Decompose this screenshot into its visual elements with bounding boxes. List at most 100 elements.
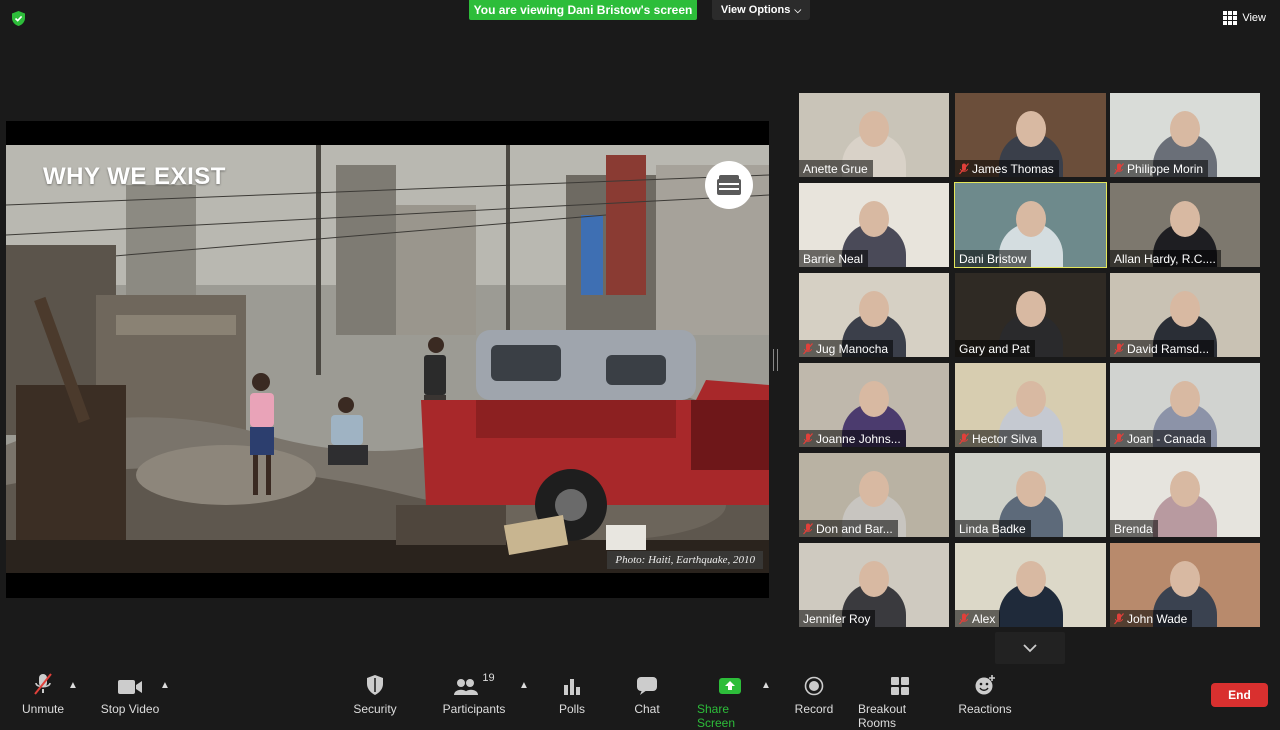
security-button[interactable]: Security (352, 672, 398, 716)
participant-tile[interactable]: Brenda (1110, 453, 1260, 537)
shared-screen[interactable]: WHY WE EXIST Photo: Haiti, Earthquake, 2… (6, 121, 769, 598)
gallery-next-page-button[interactable] (995, 632, 1065, 664)
participants-button[interactable]: 19 Participants (443, 672, 506, 716)
screen-share-banner: You are viewing Dani Bristow's screen (469, 0, 697, 20)
record-button[interactable]: Record (794, 672, 834, 716)
security-shield-icon (365, 672, 385, 696)
reactions-label: Reactions (958, 702, 1012, 716)
participant-tile[interactable]: Barrie Neal (799, 183, 949, 267)
participant-tile[interactable]: Gary and Pat (955, 273, 1106, 357)
photo-caption: Photo: Haiti, Earthquake, 2010 (607, 551, 763, 569)
muted-microphone-icon (803, 342, 813, 354)
muted-microphone-icon (1114, 612, 1124, 624)
chevron-down-icon: ⌵ (794, 4, 802, 15)
muted-microphone-icon (803, 432, 813, 444)
participant-name-bar: Jennifer Roy (799, 610, 876, 627)
encryption-shield-icon[interactable] (10, 10, 27, 27)
participant-name-bar: Joanne Johns... (799, 430, 906, 447)
participant-face (1170, 471, 1200, 507)
participant-tile[interactable]: Allan Hardy, R.C.... (1110, 183, 1260, 267)
participant-name: Brenda (1114, 521, 1153, 536)
share-screen-button[interactable]: Share Screen (697, 672, 763, 730)
breakout-rooms-icon (890, 672, 910, 696)
unmute-button[interactable]: Unmute (20, 672, 66, 716)
end-meeting-button[interactable]: End (1211, 683, 1268, 707)
video-options-caret[interactable]: ▲ (160, 680, 170, 691)
participant-tile[interactable]: Jug Manocha (799, 273, 949, 357)
chevron-down-icon (1023, 644, 1037, 653)
share-options-caret[interactable]: ▲ (761, 680, 771, 691)
participant-name-bar: Anette Grue (799, 160, 873, 177)
participant-name: Hector Silva (972, 431, 1037, 446)
view-options-dropdown[interactable]: View Options ⌵ (712, 0, 810, 20)
participant-tile[interactable]: Alex (955, 543, 1106, 627)
participant-name-bar: Barrie Neal (799, 250, 869, 267)
muted-microphone-icon (32, 672, 54, 696)
video-camera-icon (117, 672, 143, 696)
participant-name-bar: John Wade (1110, 610, 1193, 627)
participant-tile[interactable]: Linda Badke (955, 453, 1106, 537)
participant-face (1170, 291, 1200, 327)
reactions-button[interactable]: Reactions (958, 672, 1012, 716)
view-button[interactable]: View (1223, 11, 1266, 25)
slide-title: WHY WE EXIST (43, 163, 226, 190)
participant-tile[interactable]: Joanne Johns... (799, 363, 949, 447)
polls-bar-chart-icon (562, 672, 582, 696)
participant-name: Anette Grue (803, 161, 868, 176)
participant-face (1170, 561, 1200, 597)
participant-name: Linda Badke (959, 521, 1026, 536)
participant-tile[interactable]: Philippe Morin (1110, 93, 1260, 177)
participant-tile[interactable]: John Wade (1110, 543, 1260, 627)
participant-name: Don and Bar... (816, 521, 893, 536)
muted-microphone-icon (959, 612, 969, 624)
participant-name-bar: Gary and Pat (955, 340, 1035, 357)
participant-face (859, 201, 889, 237)
record-icon (804, 672, 824, 696)
stop-video-label: Stop Video (100, 702, 160, 716)
participant-name-bar: David Ramsd... (1110, 340, 1215, 357)
record-label: Record (794, 702, 834, 716)
polls-label: Polls (558, 702, 585, 716)
participant-name: Allan Hardy, R.C.... (1114, 251, 1216, 266)
share-screen-label: Share Screen (697, 702, 736, 730)
grid-view-icon (1223, 11, 1238, 25)
participant-tile[interactable]: Joan - Canada (1110, 363, 1260, 447)
muted-microphone-icon (1114, 342, 1124, 354)
participant-name-bar: Allan Hardy, R.C.... (1110, 250, 1221, 267)
participant-name: Barrie Neal (803, 251, 864, 266)
audio-options-caret[interactable]: ▲ (68, 680, 78, 691)
participant-face (859, 111, 889, 147)
participants-options-caret[interactable]: ▲ (519, 680, 529, 691)
stop-video-button[interactable]: Stop Video (100, 672, 160, 716)
participant-tile[interactable]: Don and Bar... (799, 453, 949, 537)
participant-face (1015, 381, 1046, 417)
participant-name: Jennifer Roy (803, 611, 871, 626)
participant-name: Alex (972, 611, 996, 626)
breakout-rooms-button[interactable]: Breakout Rooms (858, 672, 942, 730)
chat-button[interactable]: Chat (627, 672, 667, 716)
participant-tile[interactable]: Hector Silva (955, 363, 1106, 447)
participants-icon: 19 (453, 672, 495, 696)
participant-name: Joanne Johns... (816, 431, 901, 446)
participant-tile[interactable]: Anette Grue (799, 93, 949, 177)
participant-name: Gary and Pat (959, 341, 1030, 356)
muted-microphone-icon (959, 432, 969, 444)
participant-name: Philippe Morin (1127, 161, 1204, 176)
view-label: View (1242, 12, 1266, 24)
panel-resize-handle[interactable] (773, 349, 778, 371)
polls-button[interactable]: Polls (552, 672, 592, 716)
muted-microphone-icon (1114, 432, 1124, 444)
muted-microphone-icon (803, 522, 813, 534)
presentation-slide: WHY WE EXIST Photo: Haiti, Earthquake, 2… (6, 145, 769, 573)
participant-face (1015, 561, 1046, 597)
participant-tile[interactable]: James Thomas (955, 93, 1106, 177)
participant-name-bar: Philippe Morin (1110, 160, 1209, 177)
participant-tile[interactable]: Jennifer Roy (799, 543, 949, 627)
participant-tile[interactable]: Dani Bristow (954, 182, 1107, 268)
participant-tile[interactable]: David Ramsd... (1110, 273, 1260, 357)
participant-name: David Ramsd... (1127, 341, 1210, 356)
participant-name: John Wade (1127, 611, 1188, 626)
participant-face (1015, 291, 1046, 327)
participant-name: Jug Manocha (816, 341, 889, 356)
participants-count: 19 (482, 672, 495, 684)
